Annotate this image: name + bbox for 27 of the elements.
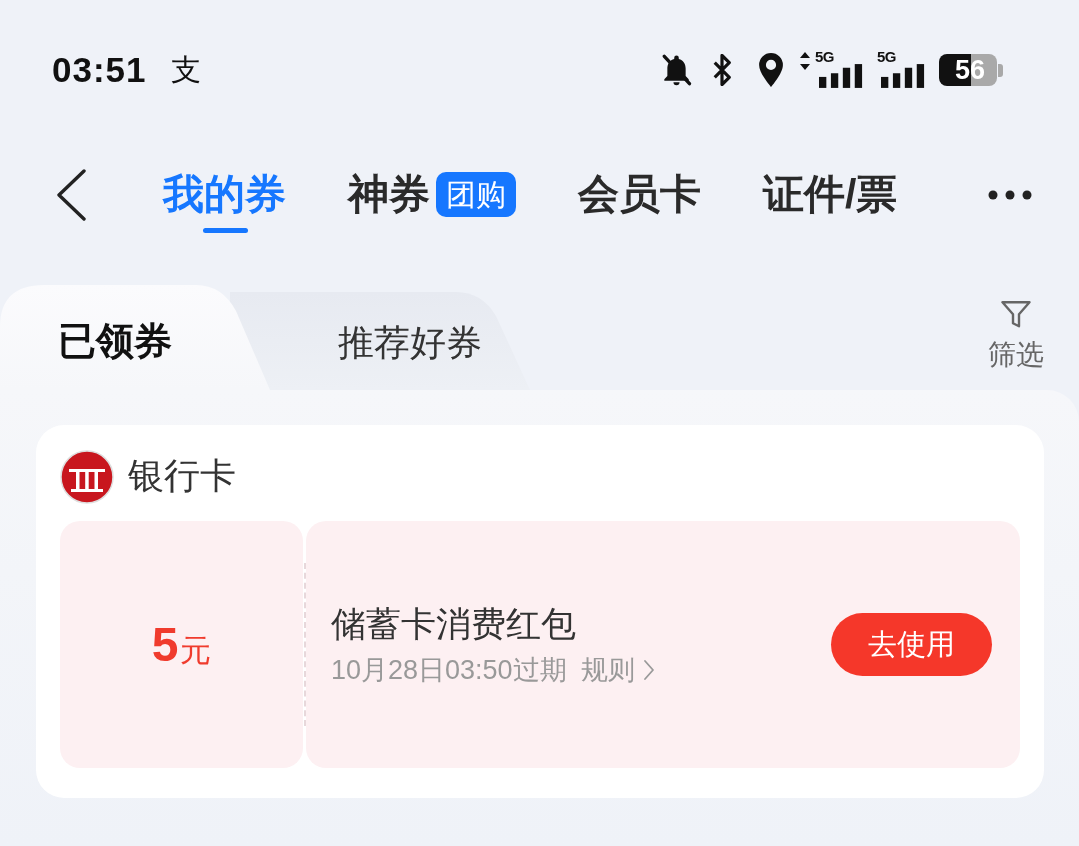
bank-icon (60, 449, 114, 504)
bell-muted-icon (660, 54, 693, 86)
signal-bars-icon (819, 64, 863, 88)
back-icon[interactable] (55, 169, 87, 221)
group-title: 银行卡 (128, 454, 236, 498)
location-pin-icon (756, 53, 786, 87)
network-type-label: 5G (815, 50, 834, 64)
filter-button[interactable]: 筛选 (988, 300, 1044, 372)
app-notification-glyph: 支 (170, 51, 201, 88)
chevron-right-icon (642, 658, 655, 681)
bluetooth-icon (712, 54, 732, 86)
coupon-title: 储蓄卡消费红包 (331, 602, 577, 645)
coupon-amount: 5元 (151, 617, 212, 672)
network-type-label: 5G (877, 50, 896, 64)
sub-tab[interactable]: 已领券 (0, 285, 270, 390)
expiry-text: 10月28日03:50过期 (331, 653, 567, 687)
battery-terminal-icon (998, 63, 1003, 77)
nav-tab[interactable]: 证件/票 (763, 156, 898, 234)
nav-tab[interactable]: 我的券 (163, 156, 286, 234)
tab-badge: 团购 (436, 171, 516, 217)
clock-time: 03:51 (52, 50, 147, 90)
nav-tab[interactable]: 会员卡 (578, 156, 701, 234)
more-icon[interactable] (988, 190, 1032, 200)
sub-tab[interactable]: 推荐好券 (230, 292, 530, 390)
nav-tab[interactable]: 神券 团购 (348, 156, 516, 234)
funnel-icon (1001, 300, 1031, 330)
use-button[interactable]: 去使用 (831, 613, 992, 676)
